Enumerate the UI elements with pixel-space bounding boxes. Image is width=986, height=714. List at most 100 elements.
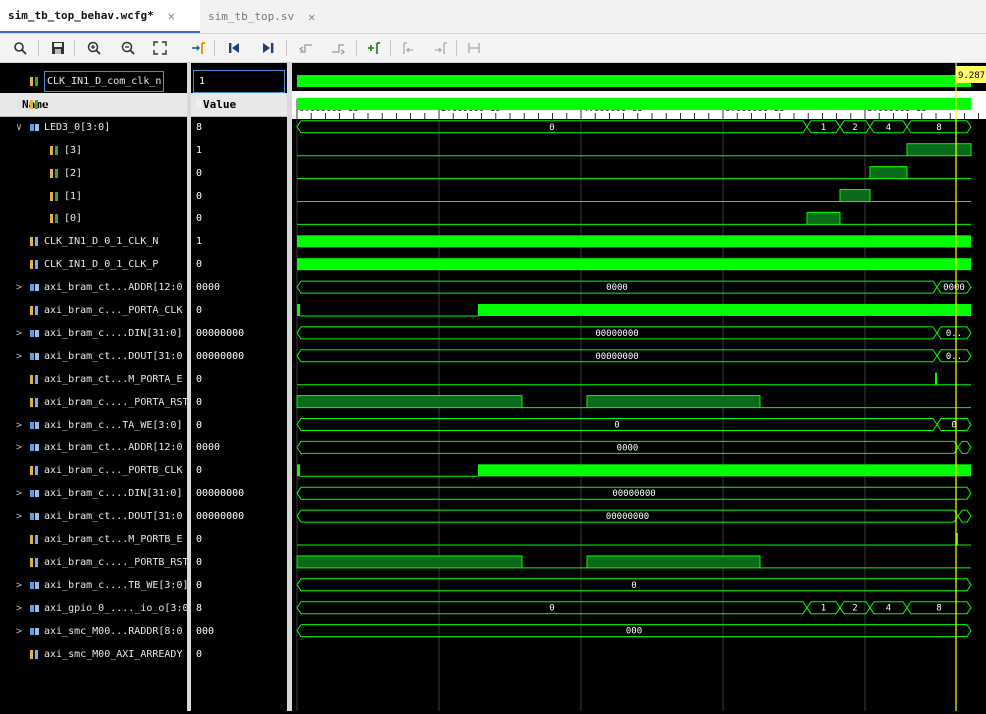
chevron-right-icon[interactable]: > [16, 436, 22, 459]
signal-row[interactable]: CLK_IN1_D_0_1_CLK_N [0, 230, 187, 253]
wire-out-icon [30, 466, 38, 476]
bus-icon [30, 329, 39, 337]
signal-row[interactable]: axi_bram_ct...M_PORTB_E [0, 528, 187, 551]
high-level [478, 304, 971, 316]
signal-value: 0 [196, 213, 203, 225]
signal-row[interactable]: > axi_bram_ct...DOUT[31:0 [0, 505, 187, 528]
zoom-in-icon[interactable] [84, 38, 104, 58]
signal-name: axi_smc_M00...RADDR[8:0 [44, 625, 183, 637]
bus-value: 8 [936, 604, 941, 614]
signal-row[interactable]: axi_bram_c...._PORTA_RST [0, 391, 187, 414]
signal-value: 1 [196, 144, 203, 156]
cursor-time-label: 9.287 [958, 71, 985, 81]
tab-wcfg[interactable]: sim_tb_top_behav.wcfg* ✕ [0, 0, 200, 33]
high-level [297, 235, 971, 248]
signal-row[interactable]: > axi_gpio_0_...._io_o[3:0 [0, 597, 187, 620]
go-to-last-time-icon[interactable] [258, 38, 278, 58]
chevron-right-icon[interactable]: > [16, 276, 22, 299]
wire-in-icon [50, 191, 58, 201]
signal-row[interactable]: axi_bram_ct...M_PORTA_E [0, 368, 187, 391]
chevron-right-icon[interactable]: > [16, 414, 22, 437]
wire-out-icon [30, 397, 38, 407]
signal-value: 0 [196, 167, 203, 179]
signal-row[interactable]: > axi_smc_M00...RADDR[8:0 [0, 620, 187, 643]
signal-name: axi_bram_ct...M_PORTB_E [44, 534, 183, 545]
tab-sv[interactable]: sim_tb_top.sv ✕ [200, 0, 334, 33]
signal-name: axi_bram_ct...ADDR[12:0 [44, 442, 183, 454]
chevron-right-icon[interactable]: > [16, 345, 22, 368]
wire-out-icon [30, 535, 38, 544]
next-transition-icon[interactable] [328, 38, 348, 58]
chevron-down-icon[interactable]: ∨ [16, 116, 22, 139]
zoom-fit-icon[interactable] [150, 38, 170, 58]
add-marker-icon[interactable] [364, 38, 384, 58]
signal-name: axi_bram_c....TB_WE[3:0] [44, 579, 187, 591]
signal-name: [1] [64, 190, 83, 202]
signal-row[interactable]: [1] [0, 185, 187, 208]
low-fill [839, 189, 871, 202]
bus-icon [30, 604, 39, 612]
signal-row[interactable]: > axi_bram_c....DIN[31:0] [0, 482, 187, 505]
swap-cursors-icon[interactable] [464, 38, 484, 58]
bus-value: 00000000 [595, 352, 638, 362]
signal-row[interactable]: CLK_IN1_D_com_clk_p [0, 93, 187, 116]
previous-marker-icon[interactable] [398, 38, 418, 58]
close-icon[interactable]: ✕ [308, 10, 315, 24]
go-to-time-zero-icon[interactable] [224, 38, 244, 58]
signal-value: 0 [196, 465, 203, 477]
signal-value: 0 [196, 419, 203, 431]
signal-row[interactable]: [0] [0, 207, 187, 230]
tab-label: sim_tb_top_behav.wcfg* [8, 9, 154, 22]
chevron-right-icon[interactable]: > [16, 620, 22, 643]
signal-row[interactable]: axi_smc_M00_AXI_ARREADY [0, 643, 187, 666]
wire-out-icon [30, 260, 38, 270]
waveform-area[interactable]: 0.000000 us2.000000 us4.000000 us6.00000… [292, 63, 986, 711]
waveform-toolbar [0, 34, 986, 63]
signal-value: 0 [196, 305, 203, 316]
zoom-search-icon[interactable] [10, 38, 30, 58]
go-to-cursor-icon[interactable] [188, 38, 208, 58]
signal-value: 8 [196, 121, 203, 133]
previous-transition-icon[interactable] [296, 38, 316, 58]
signal-name: axi_bram_c..._PORTB_CLK [44, 465, 183, 477]
wire-out-icon [30, 649, 38, 659]
signal-row[interactable]: > axi_bram_ct...DOUT[31:0 [0, 345, 187, 368]
bus-icon [30, 352, 39, 360]
chevron-right-icon[interactable]: > [16, 482, 22, 505]
next-marker-icon[interactable] [430, 38, 450, 58]
low-fill [869, 166, 908, 180]
bus-value: 4 [886, 123, 891, 133]
wire-in-icon [30, 77, 38, 86]
zoom-out-icon[interactable] [118, 38, 138, 58]
bus-value: 8 [936, 123, 941, 133]
signal-row[interactable]: axi_bram_c..._PORTA_CLK [0, 299, 187, 322]
signal-row[interactable]: > axi_bram_c....DIN[31:0] [0, 322, 187, 345]
signal-row[interactable]: > axi_bram_c...TA_WE[3:0] [0, 414, 187, 437]
signal-name: [0] [64, 213, 83, 225]
chevron-right-icon[interactable]: > [16, 505, 22, 528]
chevron-right-icon[interactable]: > [16, 597, 22, 620]
low-fill [806, 211, 841, 225]
signal-row[interactable]: [2] [0, 162, 187, 185]
signal-row[interactable]: axi_bram_c..._PORTB_CLK [0, 459, 187, 482]
signal-value: 1 [196, 236, 203, 248]
signal-row[interactable]: axi_bram_c...._PORTB_RST [0, 551, 187, 574]
signal-row[interactable]: ∨ LED3_0[3:0] [0, 116, 187, 139]
chevron-right-icon[interactable]: > [16, 322, 22, 345]
signal-row[interactable]: > axi_bram_ct...ADDR[12:0 [0, 436, 187, 459]
signal-row[interactable]: > axi_bram_c....TB_WE[3:0] [0, 574, 187, 597]
low-fill [296, 395, 523, 409]
signal-value: 0 [196, 648, 203, 660]
signal-name: axi_bram_c...TA_WE[3:0] [44, 419, 183, 431]
signal-row[interactable]: > axi_bram_ct...ADDR[12:0 [0, 276, 187, 299]
chevron-right-icon[interactable]: > [16, 574, 22, 597]
bus-icon [30, 513, 39, 521]
signal-row[interactable]: CLK_IN1_D_com_clk_n [0, 70, 187, 93]
signal-name: axi_bram_c...._PORTB_RST [44, 556, 187, 568]
bus-icon [30, 581, 39, 589]
waveform-canvas[interactable]: 0.000000 us2.000000 us4.000000 us6.00000… [292, 63, 986, 711]
signal-row[interactable]: CLK_IN1_D_0_1_CLK_P [0, 253, 187, 276]
close-icon[interactable]: ✕ [168, 9, 175, 23]
signal-row[interactable]: [3] [0, 139, 187, 162]
save-icon[interactable] [48, 38, 68, 58]
